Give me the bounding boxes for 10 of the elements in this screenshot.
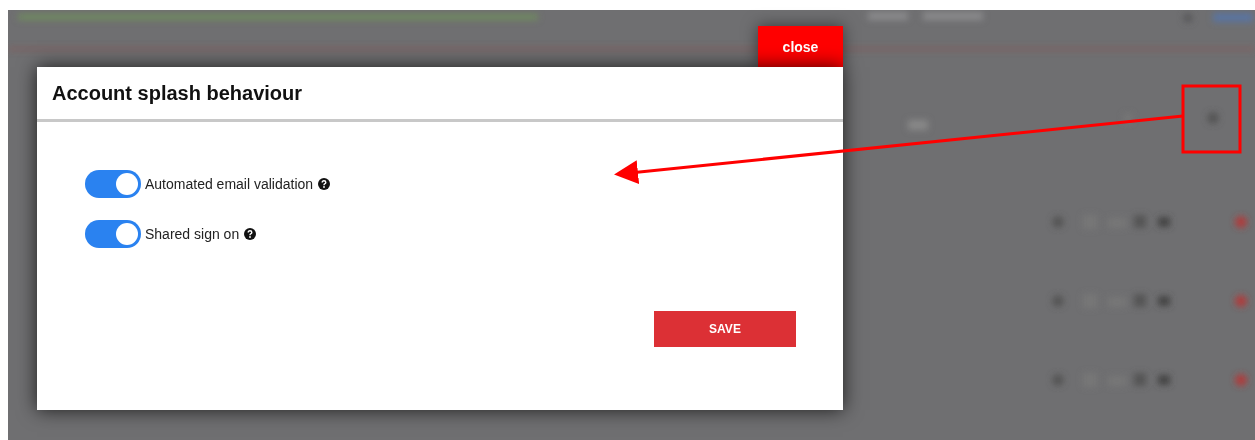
close-button[interactable]: close bbox=[758, 26, 843, 67]
toggle-switch[interactable] bbox=[85, 220, 141, 248]
toggle-switch[interactable] bbox=[85, 170, 141, 198]
help-icon[interactable] bbox=[244, 228, 257, 240]
highlight-frame bbox=[1181, 84, 1242, 154]
toggle-label: Shared sign on bbox=[145, 226, 240, 242]
save-button[interactable]: SAVE bbox=[654, 311, 796, 347]
help-icon[interactable] bbox=[318, 178, 331, 190]
toggle-label: Automated email validation bbox=[145, 176, 314, 192]
dialog-title: Account splash behaviour bbox=[52, 81, 303, 105]
